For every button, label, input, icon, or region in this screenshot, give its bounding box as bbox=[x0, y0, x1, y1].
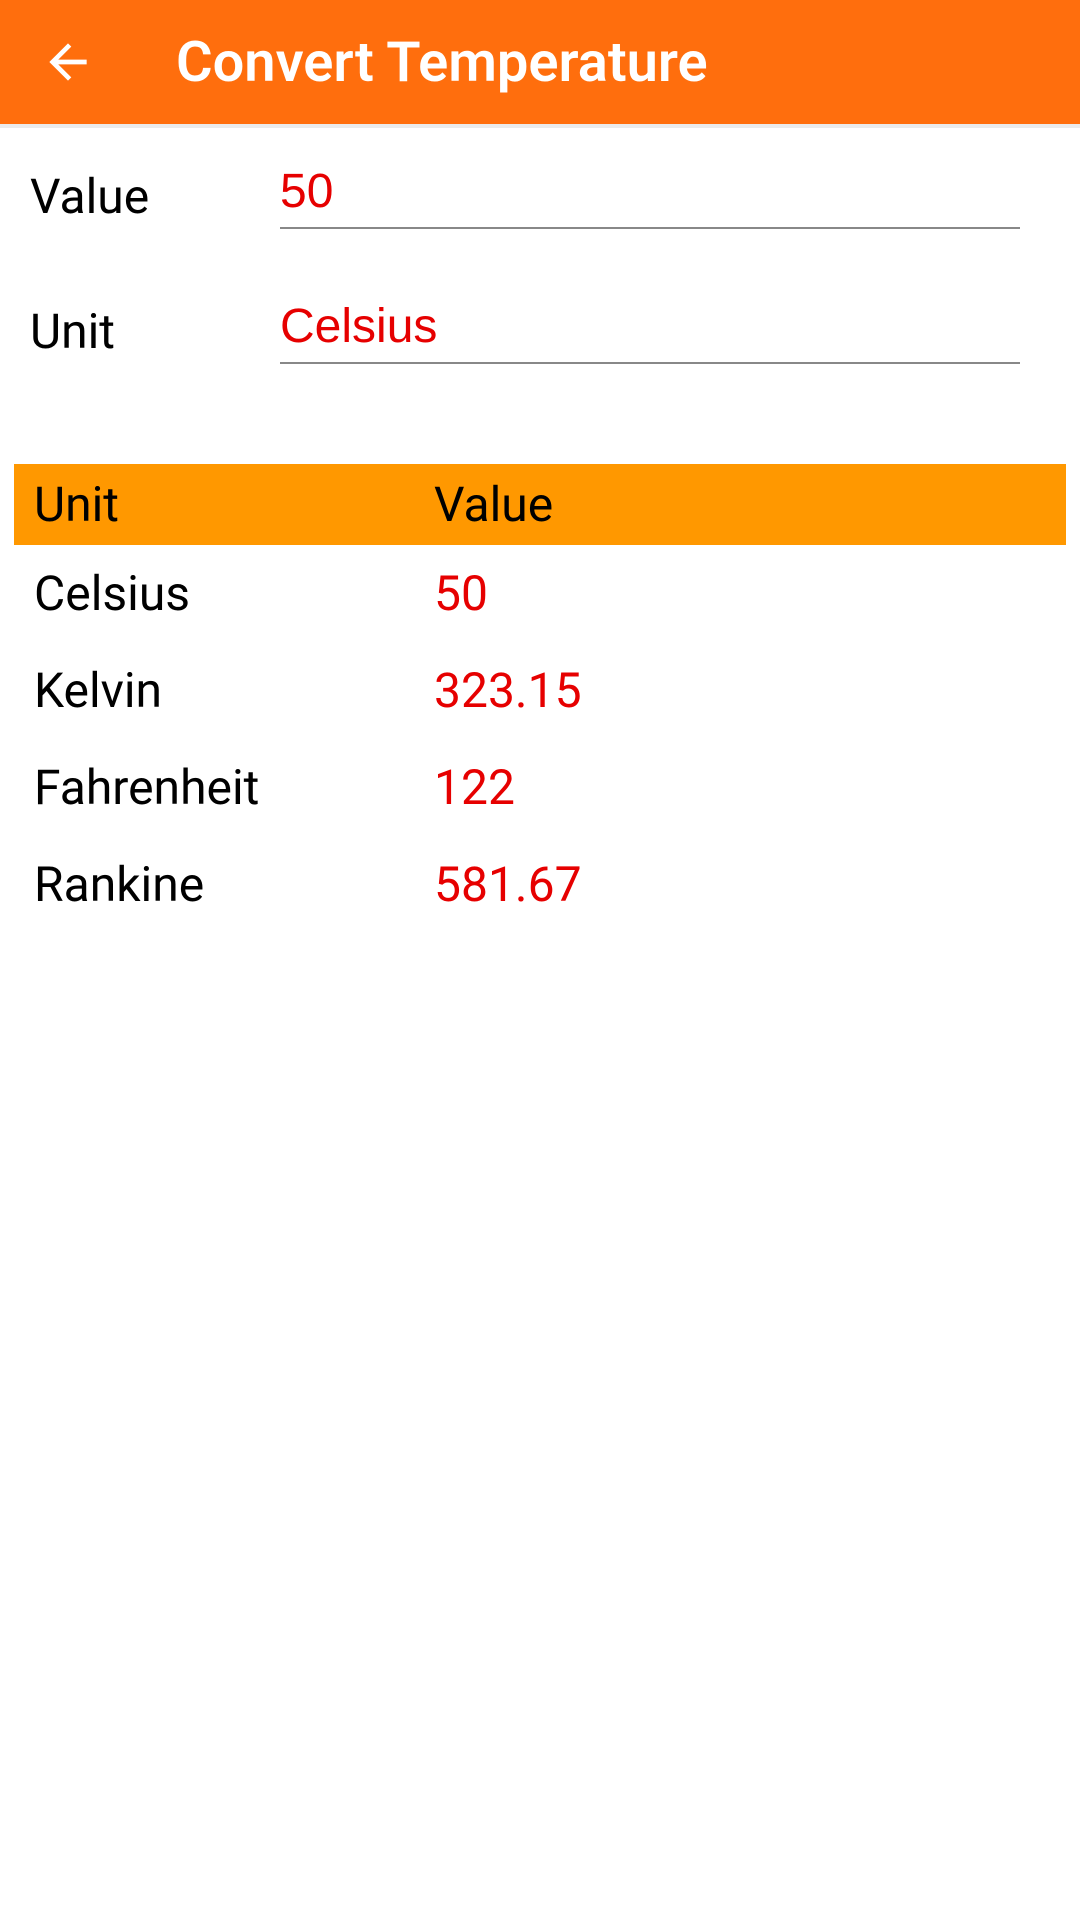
unit-select-wrapper bbox=[280, 299, 1020, 364]
table-row: Celsius 50 bbox=[14, 545, 1066, 642]
unit-label: Unit bbox=[30, 303, 280, 360]
table-row: Fahrenheit 122 bbox=[14, 739, 1066, 836]
value-cell: 323.15 bbox=[434, 662, 582, 719]
value-input-wrapper bbox=[280, 164, 1020, 229]
unit-cell: Celsius bbox=[34, 565, 434, 622]
back-arrow-icon bbox=[40, 34, 96, 90]
unit-cell: Kelvin bbox=[34, 662, 434, 719]
back-button[interactable] bbox=[40, 34, 96, 90]
unit-select[interactable] bbox=[280, 299, 1020, 364]
form-area: Value Unit bbox=[0, 124, 1080, 464]
value-row: Value bbox=[30, 164, 1050, 229]
unit-row: Unit bbox=[30, 299, 1050, 364]
value-cell: 50 bbox=[434, 565, 488, 622]
table-header-value: Value bbox=[434, 476, 553, 533]
table-header: Unit Value bbox=[14, 464, 1066, 545]
unit-cell: Rankine bbox=[34, 856, 434, 913]
table-header-unit: Unit bbox=[34, 476, 434, 533]
value-label: Value bbox=[30, 168, 280, 225]
page-title: Convert Temperature bbox=[176, 29, 708, 95]
table-row: Rankine 581.67 bbox=[14, 836, 1066, 933]
app-bar: Convert Temperature bbox=[0, 0, 1080, 124]
value-cell: 581.67 bbox=[434, 856, 582, 913]
table-row: Kelvin 323.15 bbox=[14, 642, 1066, 739]
value-cell: 122 bbox=[434, 759, 515, 816]
value-input[interactable] bbox=[280, 164, 1020, 229]
unit-cell: Fahrenheit bbox=[34, 759, 434, 816]
